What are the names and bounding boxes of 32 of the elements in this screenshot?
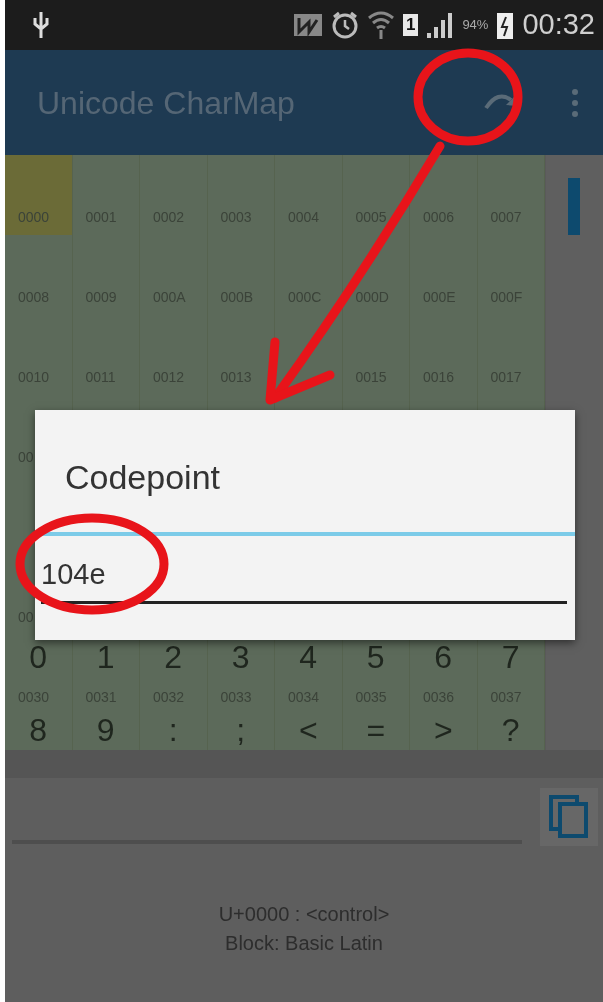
- char-glyph: 4: [298, 639, 319, 675]
- char-glyph: 6: [433, 639, 454, 675]
- char-glyph: 8: [28, 715, 49, 745]
- scrollbar-thumb[interactable]: [568, 178, 580, 235]
- char-glyph: 0: [28, 639, 49, 675]
- char-glyph: <: [297, 715, 319, 745]
- alarm-icon: [330, 11, 359, 39]
- char-glyph: 3: [230, 639, 251, 675]
- battery-percent: 94%: [462, 16, 489, 35]
- clock-time: 00:32: [522, 7, 595, 43]
- char-glyph: >: [432, 715, 454, 745]
- char-glyph: ;: [235, 715, 247, 745]
- char-glyph: 2: [163, 639, 184, 675]
- copy-icon: [549, 795, 589, 839]
- battery-icon: [496, 10, 515, 40]
- char-glyph: =: [365, 715, 387, 745]
- char-glyph: 9: [95, 715, 116, 745]
- wifi-icon: [366, 10, 395, 40]
- copy-button[interactable]: [540, 788, 598, 846]
- overflow-menu-button[interactable]: [571, 87, 579, 118]
- char-glyph: 7: [500, 639, 521, 675]
- usb-icon: [33, 10, 49, 40]
- signal-icon: [426, 11, 455, 39]
- char-glyph: 1: [95, 639, 116, 675]
- nfc-icon: [292, 12, 323, 38]
- sim-indicator: 1: [402, 14, 419, 36]
- more-icon: [571, 87, 579, 118]
- char-glyph: :: [167, 715, 179, 745]
- input-field[interactable]: 104e: [41, 548, 567, 604]
- char-glyph: ?: [500, 715, 521, 745]
- dialog-title: Codepoint: [65, 457, 220, 498]
- char-glyph: 5: [365, 639, 386, 675]
